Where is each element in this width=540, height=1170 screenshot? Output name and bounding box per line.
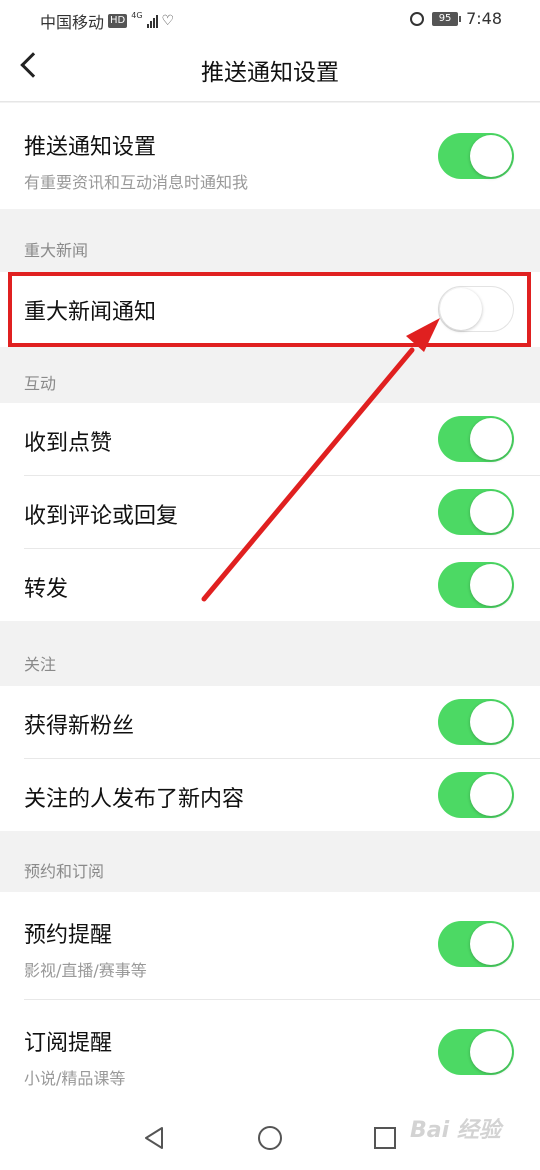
nav-home-icon[interactable]	[258, 1126, 282, 1150]
nav-back-icon[interactable]	[142, 1126, 166, 1150]
watermark: Bai 经验	[410, 1118, 501, 1143]
nav-recent-apps-icon[interactable]	[374, 1127, 396, 1149]
annotation-arrow	[201, 318, 440, 602]
